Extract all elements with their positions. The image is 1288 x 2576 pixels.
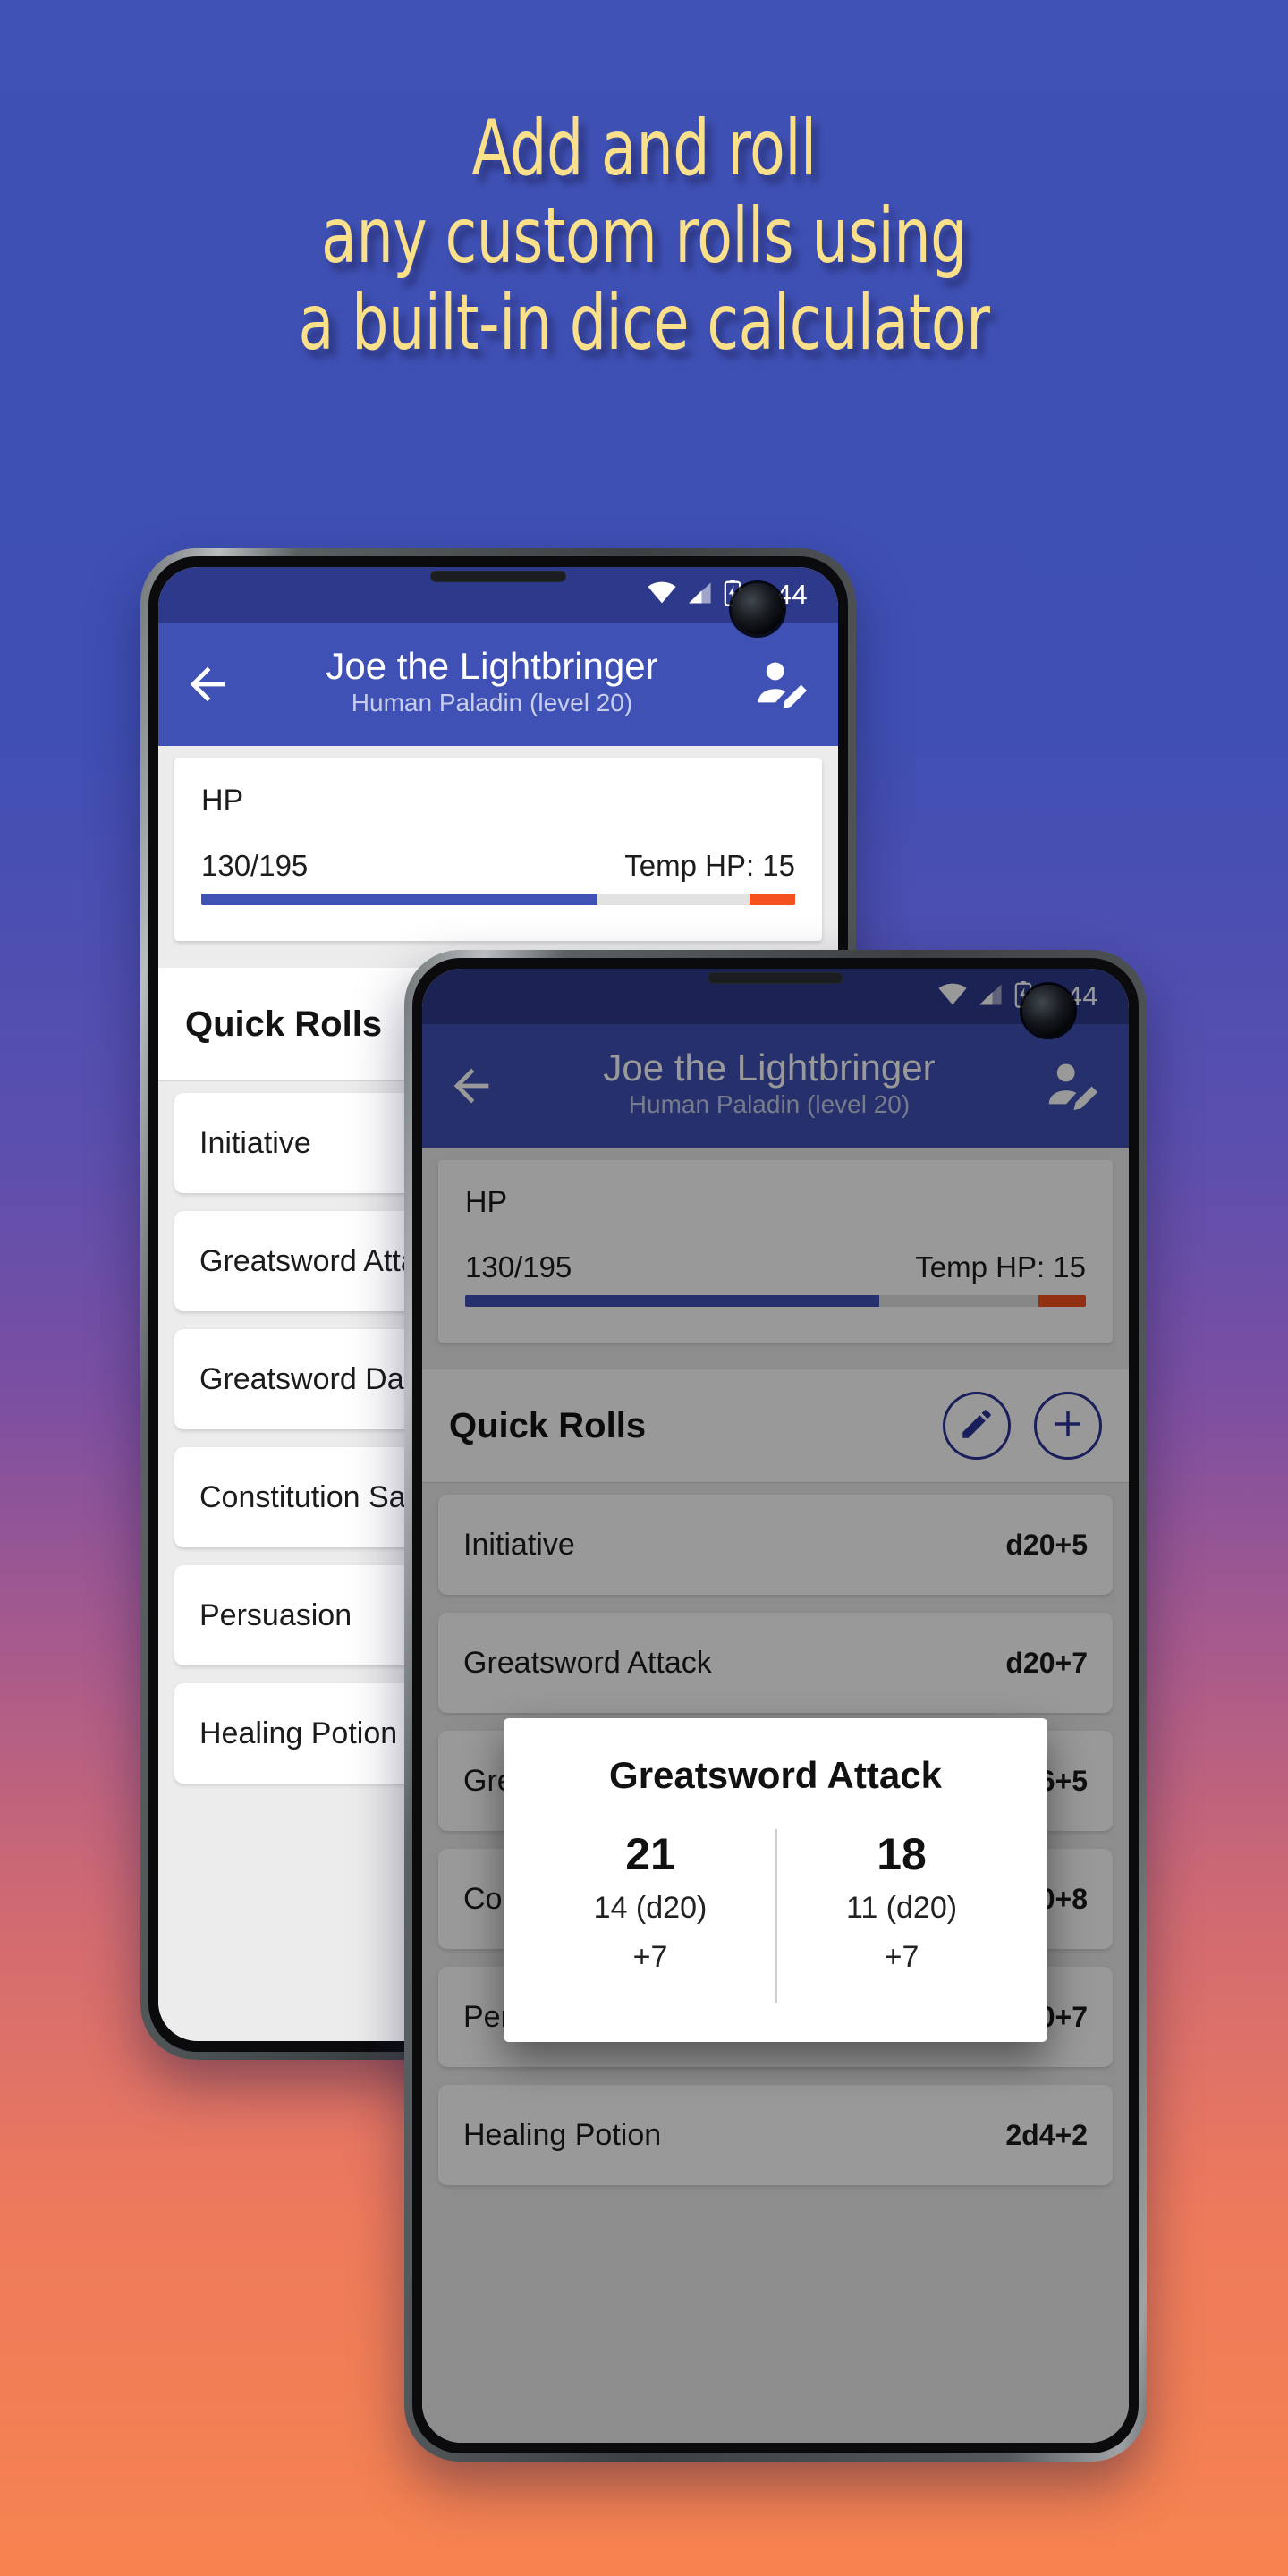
roll-modifier: +7 — [632, 1939, 668, 1974]
hp-progress-fill — [201, 894, 597, 905]
app-bar-titles: Joe the Lightbringer Human Paladin (leve… — [497, 1047, 1041, 1125]
hp-progress-bar — [201, 894, 795, 905]
hp-temp-segment — [749, 894, 795, 905]
app-bar-titles: Joe the Lightbringer Human Paladin (leve… — [233, 646, 750, 724]
quick-rolls-title: Quick Rolls — [449, 1405, 647, 1445]
roll-result-columns: 21 14 (d20) +7 18 11 (d20) +7 — [525, 1829, 1026, 2004]
hp-temp-value: Temp HP: 15 — [915, 1250, 1086, 1284]
character-name: Joe the Lightbringer — [326, 645, 658, 687]
add-quick-roll-button[interactable] — [1034, 1392, 1102, 1460]
quick-roll-dice: d20+5 — [1005, 1528, 1088, 1561]
quick-roll-name: Persuasion — [199, 1597, 352, 1632]
character-name: Joe the Lightbringer — [603, 1046, 936, 1089]
headline-line-2: any custom rolls using — [321, 191, 967, 281]
character-subtitle: Human Paladin (level 20) — [628, 1089, 911, 1118]
list-item[interactable]: Initiative d20+5 — [438, 1495, 1113, 1595]
roll-modifier: +7 — [884, 1939, 919, 1974]
edit-character-icon[interactable] — [1041, 1055, 1104, 1117]
list-item[interactable]: Greatsword Attack d20+7 — [438, 1613, 1113, 1713]
hp-values-row: 130/195 Temp HP: 15 — [465, 1250, 1086, 1284]
back-arrow-icon[interactable] — [182, 658, 233, 710]
wifi-icon — [937, 983, 968, 1011]
phone-bezel: 1:44 Joe the Lightbringer Human Paladin … — [412, 958, 1139, 2453]
hp-current-value: 130/195 — [465, 1250, 572, 1284]
hp-temp-value: Temp HP: 15 — [624, 849, 795, 882]
hp-label: HP — [201, 784, 244, 818]
back-arrow-icon[interactable] — [445, 1060, 497, 1112]
wifi-icon — [647, 581, 677, 609]
hp-temp-segment — [1038, 1295, 1086, 1307]
hp-card: HP 130/195 Temp HP: 15 — [438, 1160, 1113, 1343]
edit-quick-rolls-button[interactable] — [943, 1392, 1011, 1460]
roll-result-dialog: Greatsword Attack 21 14 (d20) +7 18 11 (… — [504, 1718, 1047, 2043]
hp-values-row: 130/195 Temp HP: 15 — [201, 849, 795, 883]
phone-mockup-front: 1:44 Joe the Lightbringer Human Paladin … — [404, 950, 1147, 2462]
quick-roll-name: Initiative — [199, 1125, 311, 1160]
phone-screen-front: 1:44 Joe the Lightbringer Human Paladin … — [422, 969, 1129, 2443]
earpiece-icon — [708, 972, 843, 984]
hp-label: HP — [465, 1185, 508, 1219]
quick-roll-dice: 2d4+2 — [1005, 2118, 1088, 2151]
hp-current-value: 130/195 — [201, 849, 309, 882]
quick-rolls-actions — [943, 1392, 1102, 1460]
pencil-icon — [958, 1405, 996, 1447]
roll-die-detail: 11 (d20) — [845, 1890, 958, 1925]
hp-progress-bar — [465, 1295, 1086, 1307]
edit-character-icon[interactable] — [750, 653, 813, 716]
poster-canvas: Add and roll any custom rolls using a bu… — [0, 0, 1288, 2576]
roll-result-title: Greatsword Attack — [609, 1754, 942, 1796]
plus-icon — [1049, 1405, 1087, 1447]
app-bar: Joe the Lightbringer Human Paladin (leve… — [422, 1024, 1129, 1148]
quick-roll-dice: d20+7 — [1005, 1646, 1088, 1679]
roll-total: 21 — [625, 1829, 675, 1879]
front-camera-icon — [1022, 985, 1074, 1037]
quick-roll-name: Healing Potion — [199, 1716, 398, 1750]
roll-result-column: 21 14 (d20) +7 — [525, 1829, 775, 2003]
quick-rolls-header: Quick Rolls — [422, 1369, 1129, 1482]
headline-line-1: Add and roll — [471, 104, 817, 193]
quick-roll-name: Initiative — [463, 1527, 575, 1562]
status-bar-icons — [937, 980, 1032, 1013]
character-subtitle: Human Paladin (level 20) — [351, 688, 633, 716]
quick-roll-name: Healing Potion — [463, 2117, 662, 2152]
front-camera-icon — [732, 583, 784, 635]
roll-die-detail: 14 (d20) — [593, 1890, 708, 1925]
roll-total: 18 — [877, 1829, 927, 1879]
hp-progress-fill — [465, 1295, 879, 1307]
cell-signal-icon — [978, 983, 1004, 1011]
quick-roll-name: Greatsword Attack — [463, 1645, 712, 1680]
cell-signal-icon — [687, 581, 714, 609]
list-item[interactable]: Healing Potion 2d4+2 — [438, 2085, 1113, 2185]
quick-roll-name: Constitution Save — [199, 1479, 438, 1514]
status-bar-icons — [647, 579, 741, 611]
hp-card: HP 130/195 Temp HP: 15 — [174, 758, 822, 941]
app-bar: Joe the Lightbringer Human Paladin (leve… — [158, 623, 838, 746]
headline-line-3: a built-in dice calculator — [298, 278, 990, 369]
earpiece-icon — [430, 571, 566, 582]
roll-result-column: 18 11 (d20) +7 — [775, 1829, 1026, 2004]
headline: Add and roll any custom rolls using a bu… — [103, 106, 1185, 368]
